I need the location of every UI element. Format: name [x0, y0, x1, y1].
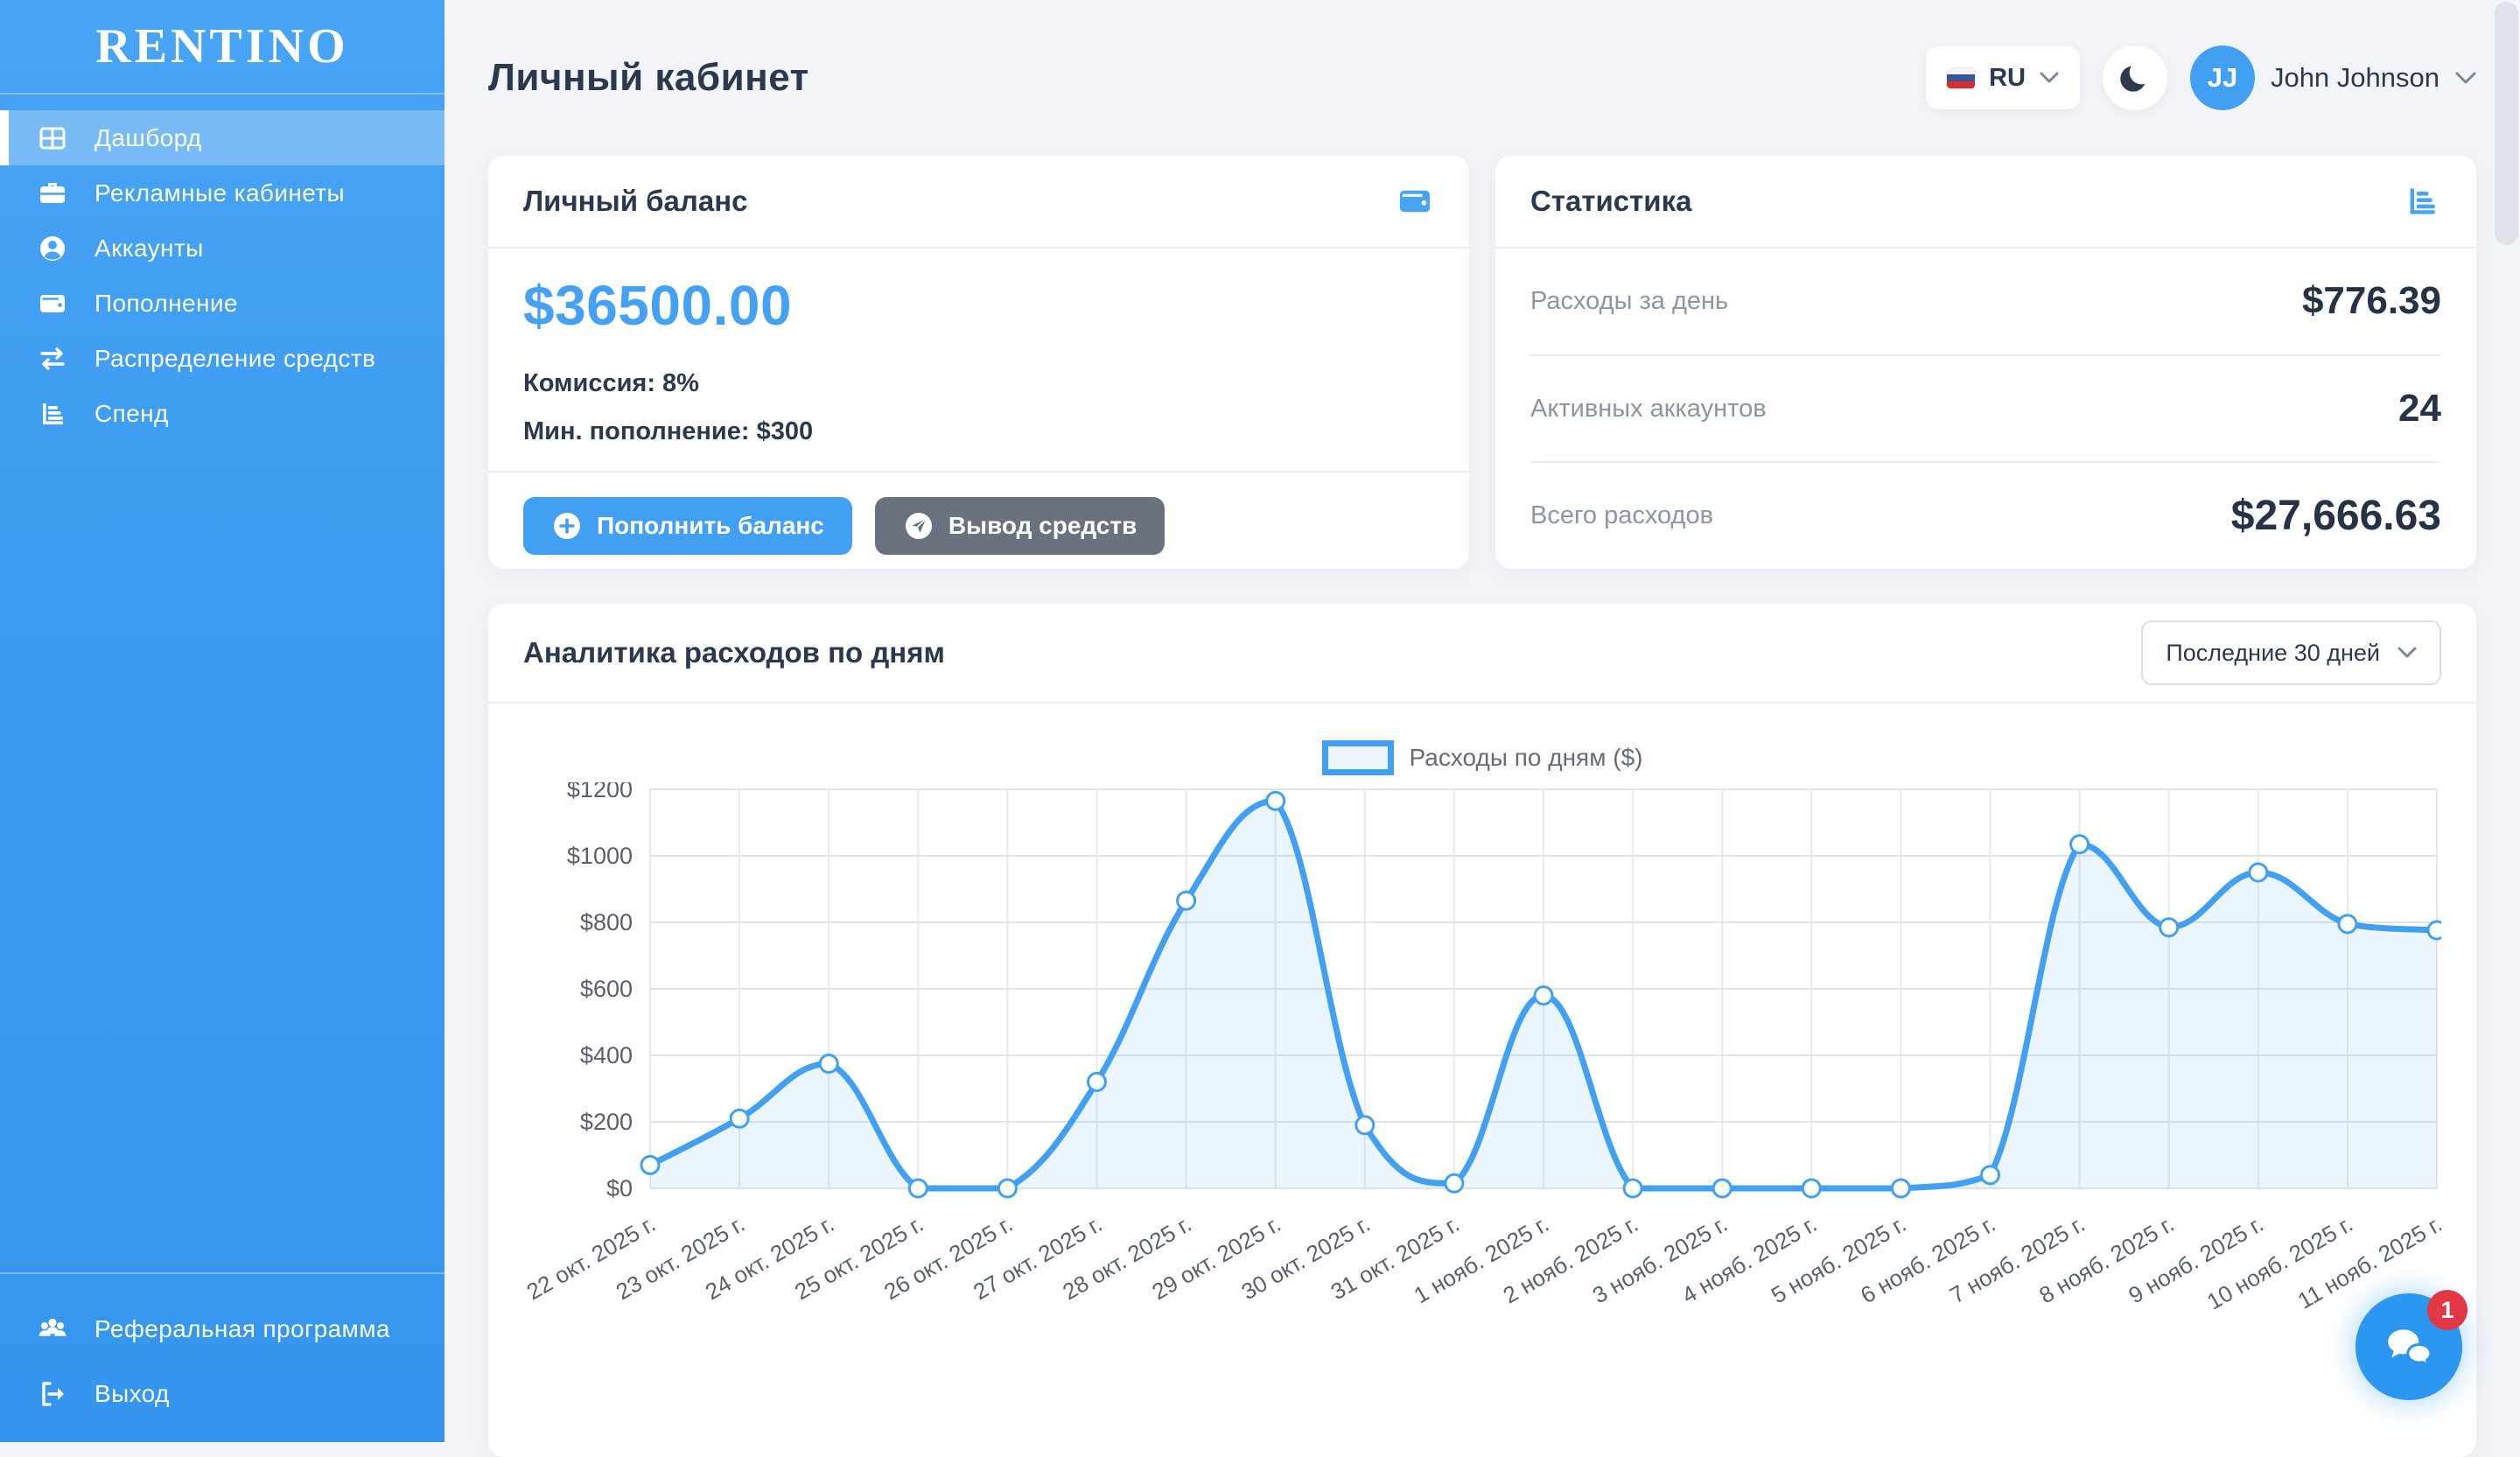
- page-title: Личный кабинет: [488, 56, 809, 100]
- commission-value: 8%: [662, 369, 699, 397]
- sidebar-item-referral[interactable]: Реферальная программа: [0, 1297, 444, 1362]
- logo: RENTINO: [0, 0, 444, 95]
- bar-chart-icon: [37, 398, 68, 430]
- analytics-card-title: Аналитика расходов по дням: [523, 636, 945, 669]
- stat-label: Расходы за день: [1530, 287, 1728, 316]
- sidebar-footer: Реферальная программа Выход: [0, 1272, 444, 1442]
- sidebar-item-topup[interactable]: Пополнение: [0, 276, 444, 331]
- sidebar-item-dashboard[interactable]: Дашборд: [0, 110, 444, 165]
- sidebar-item-label: Спенд: [94, 400, 169, 428]
- legend-label: Расходы по дням ($): [1410, 744, 1643, 772]
- sidebar-item-spend[interactable]: Спенд: [0, 386, 444, 441]
- sidebar-item-label: Реферальная программа: [94, 1315, 390, 1343]
- topup-balance-label: Пополнить баланс: [597, 512, 824, 540]
- legend-swatch: [1322, 740, 1394, 775]
- min-topup-label: Мин. пополнение:: [523, 417, 750, 445]
- svg-text:$800: $800: [580, 909, 633, 935]
- dashboard-grid-icon: [37, 123, 68, 154]
- balance-card-footer: Пополнить баланс Вывод средств: [488, 471, 1469, 579]
- stat-row-active-accounts: Активных аккаунтов 24: [1530, 356, 2441, 464]
- logout-icon: [37, 1378, 68, 1410]
- plus-circle-icon: [551, 510, 583, 542]
- min-topup-line: Мин. пополнение: $300: [523, 417, 1434, 446]
- language-selector[interactable]: RU: [1926, 46, 2080, 109]
- sidebar-item-label: Дашборд: [94, 124, 202, 152]
- svg-text:$200: $200: [580, 1109, 633, 1135]
- header-controls: RU JJ John Johnson: [1926, 46, 2476, 110]
- topup-balance-button[interactable]: Пополнить баланс: [523, 497, 852, 555]
- sidebar-item-accounts[interactable]: Аккаунты: [0, 221, 444, 276]
- sidebar: RENTINO Дашборд Рекламные кабинеты Аккау…: [0, 0, 444, 1442]
- language-code: RU: [1989, 64, 2026, 93]
- user-name: John Johnson: [2271, 62, 2440, 94]
- sidebar-item-label: Распределение средств: [94, 345, 375, 373]
- wallet-icon: [37, 288, 68, 319]
- svg-text:$600: $600: [580, 976, 633, 1002]
- balance-amount: $36500.00: [523, 273, 1434, 338]
- chevron-down-icon: [2455, 72, 2476, 85]
- svg-text:$1200: $1200: [567, 782, 633, 802]
- moon-icon: [2115, 58, 2155, 98]
- sidebar-item-label: Выход: [94, 1380, 170, 1408]
- sidebar-item-label: Рекламные кабинеты: [94, 179, 345, 207]
- analytics-card-header: Аналитика расходов по дням Последние 30 …: [488, 604, 2476, 704]
- stats-card: Статистика Расходы за день $776.39 Актив…: [1495, 156, 2476, 569]
- page-header: Личный кабинет RU JJ John Johnson: [488, 0, 2476, 156]
- svg-text:$1000: $1000: [567, 843, 633, 869]
- stats-rows: Расходы за день $776.39 Активных аккаунт…: [1495, 249, 2476, 569]
- withdraw-button[interactable]: Вывод средств: [875, 497, 1165, 555]
- stats-card-title: Статистика: [1530, 185, 1691, 218]
- send-circle-icon: [903, 510, 934, 542]
- min-topup-value: $300: [757, 417, 814, 445]
- top-cards-row: Личный баланс $36500.00 Комиссия: 8% Мин…: [488, 156, 2476, 569]
- stat-value: $776.39: [2302, 279, 2441, 323]
- commission-line: Комиссия: 8%: [523, 369, 1434, 398]
- main-content: Личный кабинет RU JJ John Johnson Личный…: [444, 0, 2520, 1442]
- stat-label: Активных аккаунтов: [1530, 395, 1767, 424]
- stat-label: Всего расходов: [1530, 501, 1713, 530]
- svg-text:$400: $400: [580, 1042, 633, 1068]
- stat-row-total-spend: Всего расходов $27,666.63: [1530, 463, 2441, 569]
- balance-card: Личный баланс $36500.00 Комиссия: 8% Мин…: [488, 156, 1469, 569]
- stats-card-header: Статистика: [1495, 156, 2476, 249]
- sidebar-item-label: Аккаунты: [94, 235, 204, 263]
- balance-card-title: Личный баланс: [523, 185, 748, 218]
- chart-legend[interactable]: Расходы по дням ($): [488, 740, 2476, 775]
- russia-flag-icon: [1947, 68, 1975, 88]
- spend-chart: $0$200$400$600$800$1000$120022 окт. 2025…: [523, 782, 2441, 1395]
- withdraw-label: Вывод средств: [948, 512, 1137, 540]
- briefcase-icon: [37, 178, 68, 209]
- period-select-value: Последние 30 дней: [2166, 640, 2380, 667]
- transfer-arrows-icon: [37, 343, 68, 375]
- chat-unread-badge: 1: [2427, 1290, 2468, 1330]
- svg-text:$0: $0: [606, 1175, 633, 1201]
- sidebar-item-label: Пополнение: [94, 290, 238, 318]
- svg-text:10 нояб. 2025 г.: 10 нояб. 2025 г.: [2202, 1210, 2357, 1314]
- sidebar-item-ad-accounts[interactable]: Рекламные кабинеты: [0, 165, 444, 221]
- theme-toggle-button[interactable]: [2103, 46, 2167, 110]
- stat-value: $27,666.63: [2231, 492, 2441, 540]
- chevron-down-icon: [2398, 647, 2417, 659]
- chat-bubbles-icon: [2380, 1318, 2438, 1376]
- sidebar-item-distribution[interactable]: Распределение средств: [0, 331, 444, 386]
- chat-widget-button[interactable]: 1: [2356, 1293, 2462, 1400]
- analytics-card: Аналитика расходов по дням Последние 30 …: [488, 604, 2476, 1457]
- sidebar-item-logout[interactable]: Выход: [0, 1362, 444, 1426]
- balance-card-body: $36500.00 Комиссия: 8% Мин. пополнение: …: [488, 249, 1469, 471]
- sidebar-nav: Дашборд Рекламные кабинеты Аккаунты Попо…: [0, 95, 444, 1272]
- scrollbar[interactable]: [2495, 2, 2518, 245]
- balance-card-header: Личный баланс: [488, 156, 1469, 249]
- stat-value: 24: [2398, 387, 2441, 431]
- commission-label: Комиссия:: [523, 369, 655, 397]
- users-icon: [37, 1313, 68, 1345]
- chart-area: $0$200$400$600$800$1000$120022 окт. 2025…: [488, 775, 2476, 1399]
- user-circle-icon: [37, 233, 68, 264]
- period-select[interactable]: Последние 30 дней: [2141, 620, 2441, 685]
- chevron-down-icon: [2040, 72, 2059, 84]
- avatar: JJ: [2190, 46, 2255, 110]
- bar-chart-icon: [2403, 182, 2441, 221]
- user-menu[interactable]: JJ John Johnson: [2190, 46, 2476, 110]
- stat-row-daily-spend: Расходы за день $776.39: [1530, 249, 2441, 356]
- wallet-icon: [1396, 182, 1434, 221]
